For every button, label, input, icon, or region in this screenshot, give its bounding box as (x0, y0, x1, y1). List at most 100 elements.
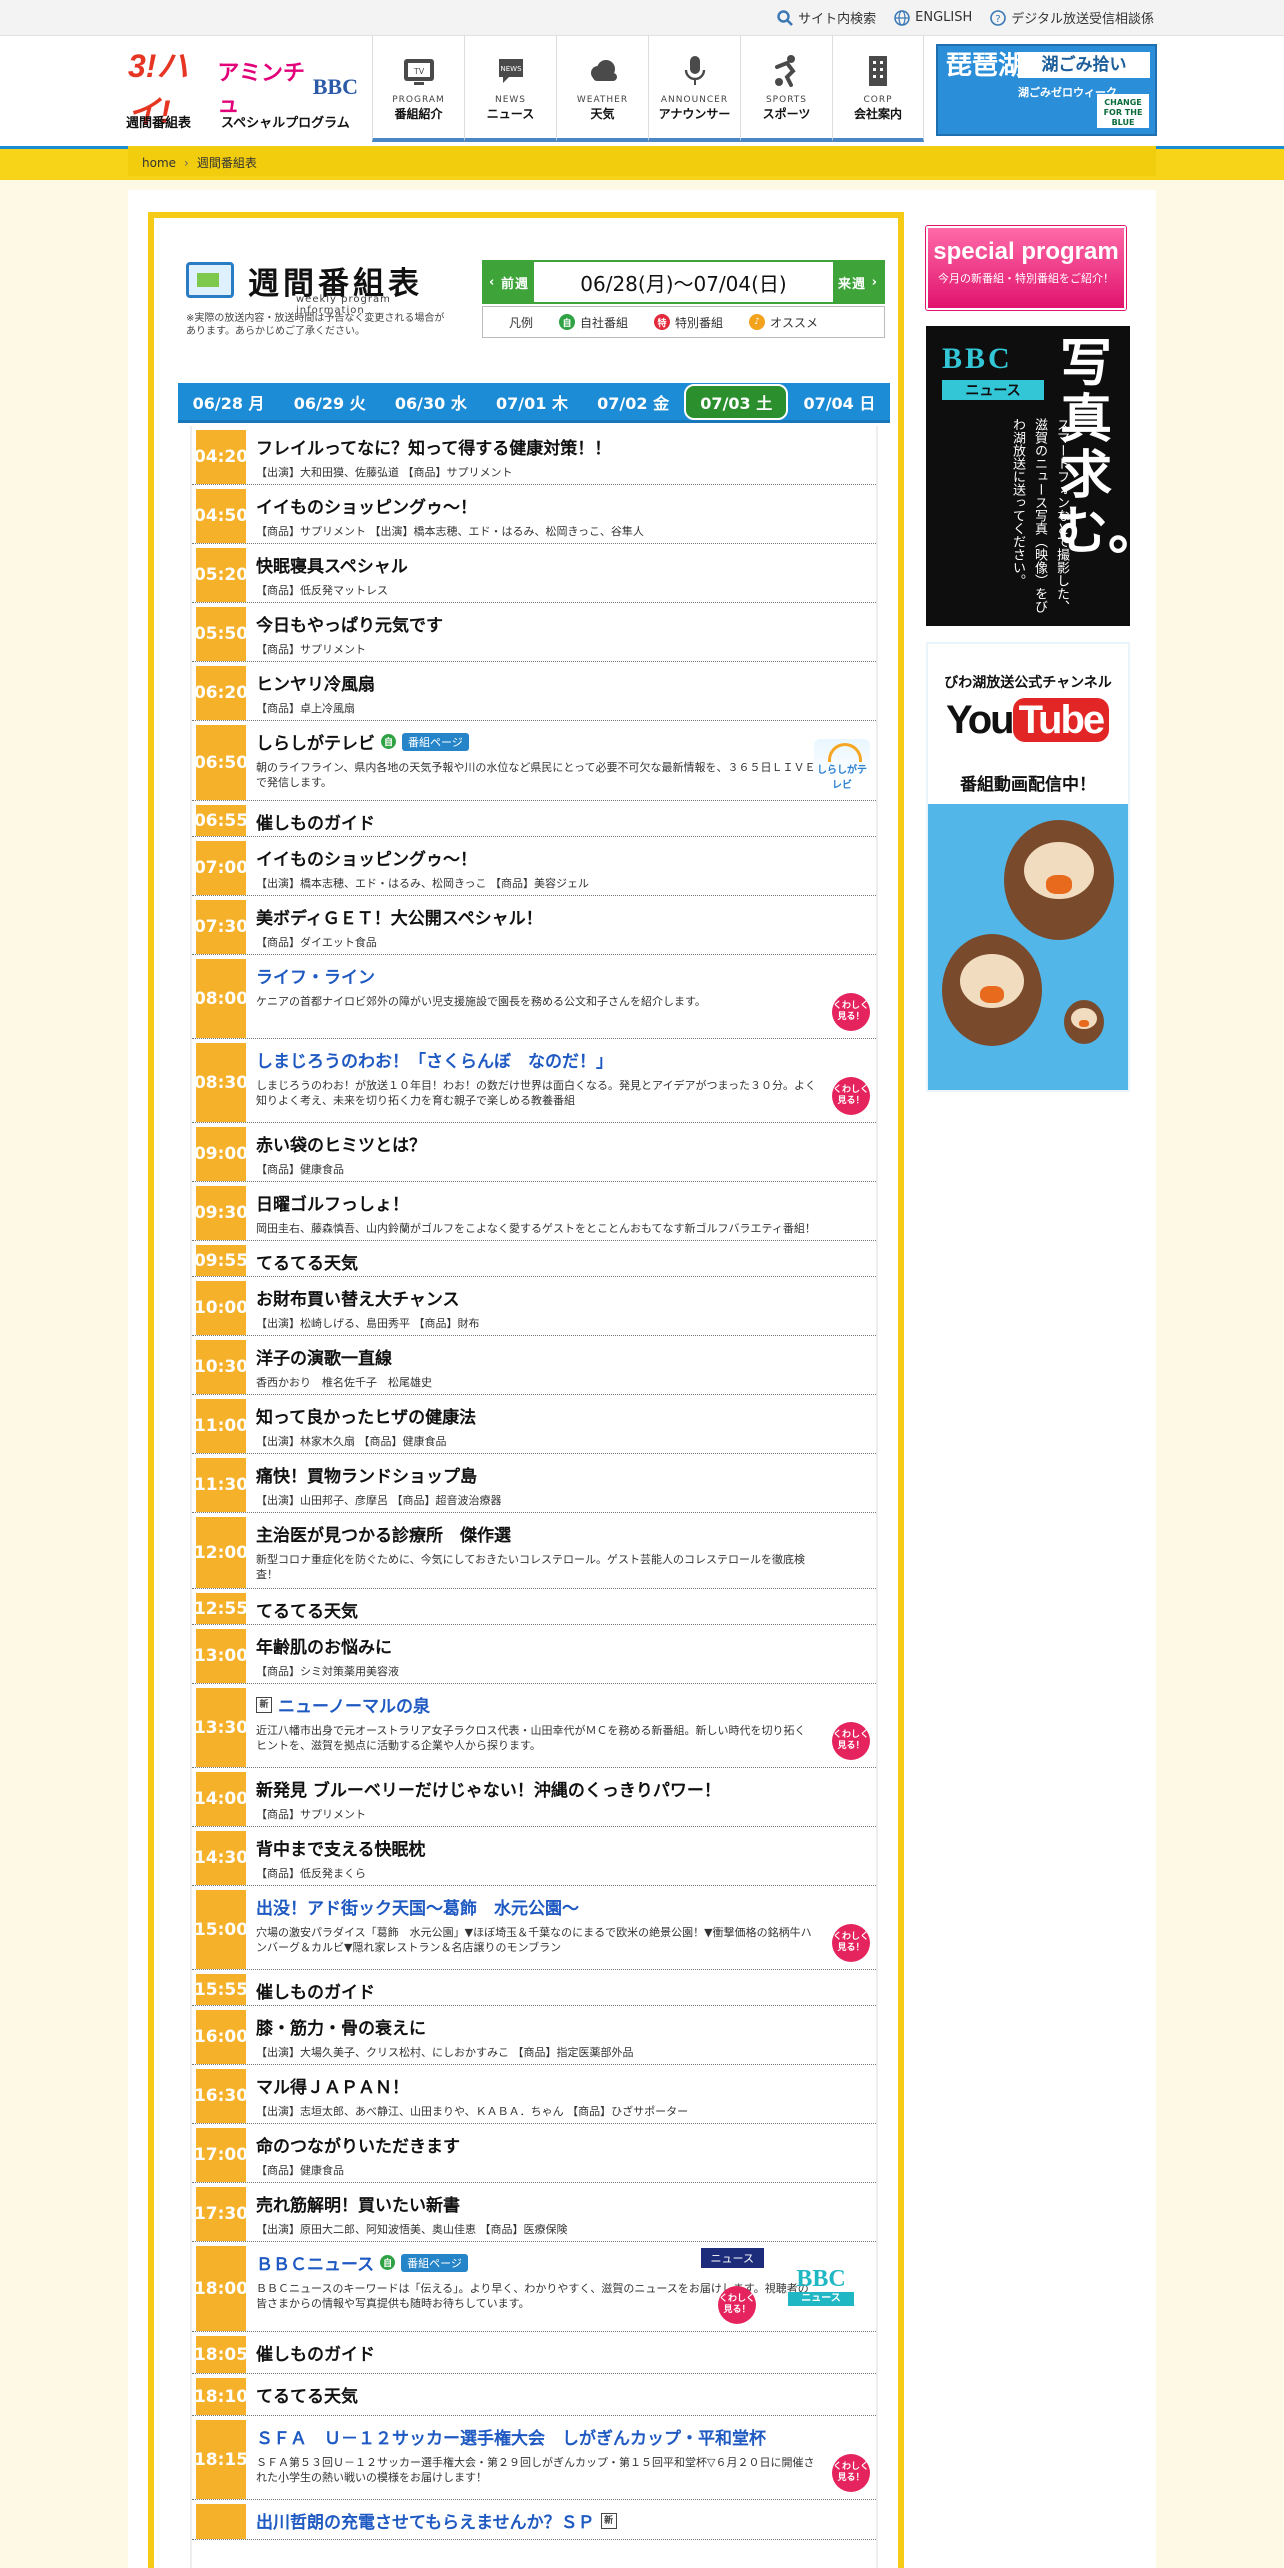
program-row: 10:30 洋子の演歌一直線 香西かおり 椎名佐千子 松尾雄史 (192, 1336, 876, 1395)
program-row: 18:05 催しものガイド (192, 2332, 876, 2374)
details-button[interactable]: くわしく見る！ (832, 2454, 870, 2492)
program-row: 10:00 お財布買い替え大チャンス 【出演】松崎しげる、島田秀平 【商品】財布 (192, 1277, 876, 1336)
program-time: 18:05 (194, 2336, 248, 2373)
special-program-icon: 特 (654, 314, 671, 330)
tv-schedule-icon (186, 262, 234, 298)
details-button[interactable]: くわしく見る！ (832, 1924, 870, 1962)
prev-week-button[interactable]: ‹ 前週 (484, 262, 534, 302)
program-time: 14:30 (194, 1831, 248, 1885)
subnav-special[interactable]: スペシャルプログラム (221, 112, 350, 131)
tab-day-1[interactable]: 06/29 火 (280, 386, 380, 418)
program-title: 痛快！買物ランドショップ島 (256, 1467, 477, 1487)
tab-day-4[interactable]: 07/02 金 (583, 386, 683, 418)
program-time: 16:30 (194, 2069, 248, 2123)
program-title: 背中まで支える快眠枕 (256, 1840, 426, 1860)
lake-cleanup-banner[interactable]: 琵琶湖一周 湖ごみ拾い 湖ごみゼロウィーク CHANGE FOR THE BLU… (936, 44, 1157, 136)
self-program-icon: 自 (559, 314, 576, 330)
breadcrumb-current: 週間番組表 (176, 156, 257, 170)
program-description: 香西かおり 椎名佐千子 松尾雄史 (256, 1376, 432, 1389)
program-title: 赤い袋のヒミツとは？ (256, 1136, 426, 1156)
nav-news[interactable]: NEWS NEWS ニュース (464, 36, 556, 142)
program-title[interactable]: ＳＦＡ Ｕ－１２サッカー選手権大会 しがぎんカップ・平和堂杯 (256, 2424, 766, 2449)
special-program-banner[interactable]: special program 今月の新番組・特別番組をご紹介！ (926, 226, 1126, 310)
nav-announcer[interactable]: ANNOUNCER アナウンサー (648, 36, 740, 142)
next-week-button[interactable]: 来週 › (833, 262, 883, 302)
tab-day-5[interactable]: 07/03 土 (684, 383, 789, 420)
legend: 凡例 自自社番組 特特別番組 ♪ オススメ (482, 306, 885, 338)
details-button[interactable]: くわしく見る！ (832, 1077, 870, 1115)
mascot-chick-icon (1064, 1000, 1104, 1044)
program-title: 新発見 ブルーベリーだけじゃない！沖縄のくっきりパワー！ (256, 1781, 721, 1801)
program-row: 13:00 年齢肌のお悩みに 【商品】シミ対策薬用美容液 (192, 1625, 876, 1684)
program-row: 17:00 命のつながりいただきます 【商品】健康食品 (192, 2124, 876, 2183)
tab-day-2[interactable]: 06/30 水 (381, 386, 481, 418)
program-row: 出川哲朗の充電させてもらえませんか？ＳＰ 新 (192, 2500, 876, 2540)
program-description: 【出演】橋本志穂、エド・はるみ、松岡きっこ 【商品】美容ジェル (256, 877, 590, 890)
program-title: イイものショッピングゥ～！ (256, 498, 477, 518)
program-title: 催しものガイド (256, 2345, 375, 2365)
program-title: 命のつながりいただきます (256, 2137, 460, 2157)
microphone-icon (684, 56, 705, 85)
program-title[interactable]: ライフ・ライン (256, 963, 375, 988)
program-time: 09:55 (194, 1245, 248, 1276)
program-title: 催しものガイド (256, 814, 375, 834)
program-row: 06:20 ヒンヤリ冷風扇 【商品】卓上冷風扇 (192, 662, 876, 721)
program-title: 美ボディＧＥＴ！大公開スペシャル！ (256, 909, 543, 929)
global-navigation: TV PROGRAM 番組紹介 NEWS NEWS ニュース WEATHER 天… (372, 36, 924, 142)
subnav-weekly[interactable]: 週間番組表 (126, 112, 191, 131)
program-title: てるてる天気 (256, 1602, 358, 1622)
program-row: 09:55 てるてる天気 (192, 1241, 876, 1277)
building-icon (869, 56, 887, 86)
tab-day-6[interactable]: 07/04 日 (789, 386, 889, 418)
program-page-button[interactable]: 番組ページ (401, 2253, 468, 2272)
program-time: 04:20 (194, 430, 248, 484)
program-description: 【出演】林家木久扇 【商品】健康食品 (256, 1435, 447, 1448)
english-link[interactable]: ENGLISH (894, 8, 972, 27)
program-row: 05:50 今日もやっぱり元気です 【商品】サプリメント (192, 603, 876, 662)
program-title[interactable]: ニューノーマルの泉 (278, 1692, 430, 1717)
bbc-photo-banner[interactable]: BBC ニュース 写真求む。 スマートフォンなどで撮影した、滋賀のニュース写真（… (926, 326, 1160, 626)
week-range: 06/28(月)～07/04(日) (580, 271, 787, 296)
program-title[interactable]: しまじろうのわお！「さくらんぼ なのだ！」 (256, 1047, 613, 1072)
program-row: 08:30 しまじろうのわお！「さくらんぼ なのだ！」 しまじろうのわお！が放送１０… (192, 1039, 876, 1123)
program-title[interactable]: ＢＢＣニュース (256, 2250, 374, 2275)
digital-consult-link[interactable]: ? デジタル放送受信相談係 (990, 8, 1154, 27)
breadcrumb-home[interactable]: home (142, 156, 176, 170)
details-button[interactable]: くわしく見る！ (832, 993, 870, 1031)
program-page-button[interactable]: 番組ページ (402, 732, 469, 751)
program-time: 06:20 (194, 666, 248, 720)
program-row: 06:50 しらしがテレビ自番組ページ 朝のライフライン、県内各地の天気予報や川の水… (192, 721, 876, 801)
nav-sports[interactable]: SPORTS スポーツ (740, 36, 832, 142)
top-utility-bar: サイト内検索 ENGLISH ? デジタル放送受信相談係 (0, 0, 1284, 36)
station-logo[interactable]: 3!ハイ! アミンチュ BBC (128, 48, 358, 130)
program-time: 13:00 (194, 1629, 248, 1683)
tv-icon: TV (403, 59, 434, 85)
program-title: 売れ筋解明！買いたい新書 (256, 2196, 460, 2216)
program-title: 主治医が見つかる診療所 傑作選 (256, 1526, 511, 1546)
tab-day-3[interactable]: 07/01 木 (482, 386, 582, 418)
program-time: 05:50 (194, 607, 248, 661)
details-button[interactable]: くわしく見る！ (832, 1722, 870, 1760)
program-row: 09:00 赤い袋のヒミツとは？ 【商品】健康食品 (192, 1123, 876, 1182)
news-icon: 新 (600, 2512, 617, 2529)
youtube-channel-banner[interactable]: びわ湖放送公式チャンネル You Tube 番組動画配信中！ (926, 642, 1130, 1092)
program-row: 05:20 快眠寝具スペシャル 【商品】低反発マットレス (192, 544, 876, 603)
program-row: 04:20 フレイルってなに？知って得する健康対策！！ 【出演】大和田獏、佐藤弘道 … (192, 426, 876, 485)
program-description: 【商品】健康食品 (256, 1163, 344, 1176)
schedule-note: ※実際の放送内容・放送時間は予告なく変更される場合があります。あらかじめご了承く… (186, 313, 445, 337)
details-button[interactable]: くわしく見る！ (718, 2286, 756, 2324)
chevron-right-icon: › (866, 274, 878, 290)
nav-corp[interactable]: CORP 会社案内 (832, 36, 924, 142)
program-description: ＳＦＡ第５３回Ｕ－１２サッカー選手権大会・第２９回しがぎんカップ・第１５回平和堂… (256, 2456, 815, 2484)
program-title: 日曜ゴルフっしょ！ (256, 1195, 409, 1215)
youtube-logo: You Tube (946, 698, 1110, 743)
nav-program[interactable]: TV PROGRAM 番組紹介 (372, 36, 464, 142)
program-title[interactable]: 出没！アド街ック天国～葛飾 水元公園～ (256, 1894, 579, 1919)
tab-day-0[interactable]: 06/28 月 (179, 386, 279, 418)
program-row: 07:30 美ボディＧＥＴ！大公開スペシャル！ 【商品】ダイエット食品 (192, 896, 876, 955)
site-search-link[interactable]: サイト内検索 (777, 8, 876, 27)
program-description: 【出演】松崎しげる、島田秀平 【商品】財布 (256, 1317, 480, 1330)
nav-weather[interactable]: WEATHER 天気 (556, 36, 648, 142)
program-title[interactable]: 出川哲朗の充電させてもらえませんか？ＳＰ (256, 2508, 595, 2533)
program-time: 05:20 (194, 548, 248, 602)
